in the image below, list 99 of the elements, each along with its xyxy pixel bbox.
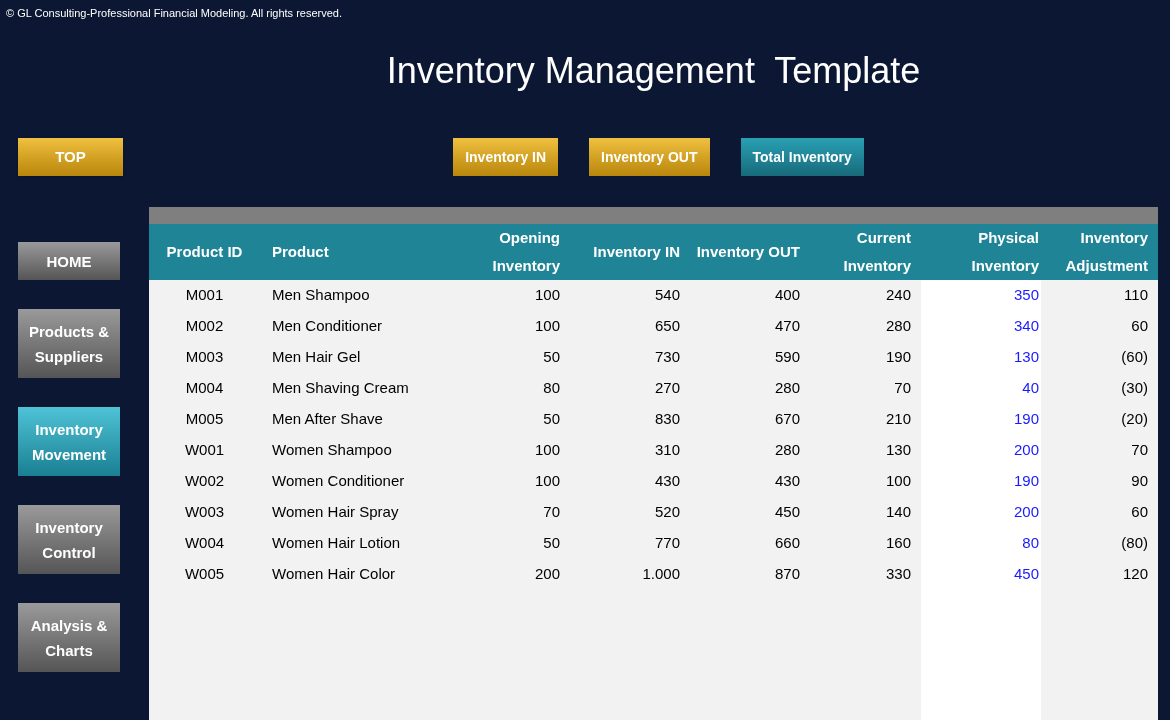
top-button[interactable]: TOP [18, 138, 123, 176]
table-cell: Women Hair Spray [260, 497, 450, 528]
sidebar-item[interactable]: Analysis & Charts [18, 603, 120, 672]
table-cell: M003 [149, 342, 260, 373]
table-cell: 400 [690, 280, 810, 311]
table-cell: 240 [810, 280, 921, 311]
table-cell: 540 [570, 280, 690, 311]
table-cell: 430 [570, 466, 690, 497]
table-cell: Men Conditioner [260, 311, 450, 342]
table-cell: 130 [921, 342, 1041, 373]
table-cell: W001 [149, 435, 260, 466]
table-cell: Men Shaving Cream [260, 373, 450, 404]
table-cell: 70 [1041, 435, 1158, 466]
copyright-text: © GL Consulting-Professional Financial Modeling. All rights reserved. [5, 6, 344, 21]
table-cell: Women Shampoo [260, 435, 450, 466]
column-header: Physical Inventory [921, 224, 1041, 280]
table-cell: 80 [921, 528, 1041, 559]
table-cell: Women Hair Color [260, 559, 450, 590]
table-cell: 60 [1041, 497, 1158, 528]
table-cell: 670 [690, 404, 810, 435]
table-cell: 100 [450, 311, 570, 342]
table-cell: 330 [810, 559, 921, 590]
table-cell: 70 [810, 373, 921, 404]
table-cell: W005 [149, 559, 260, 590]
sidebar-item[interactable]: Inventory Movement [18, 407, 120, 476]
table-cell: Men Shampoo [260, 280, 450, 311]
table-cell: 310 [570, 435, 690, 466]
table-cell: (20) [1041, 404, 1158, 435]
table-cell: 350 [921, 280, 1041, 311]
table-cell: 70 [450, 497, 570, 528]
table-cell: 200 [921, 497, 1041, 528]
table-cell: 200 [921, 435, 1041, 466]
table-cell: M001 [149, 280, 260, 311]
table-cell: 1.000 [570, 559, 690, 590]
table-cell: 160 [810, 528, 921, 559]
table-cell: 110 [1041, 280, 1158, 311]
table-cell: 90 [1041, 466, 1158, 497]
table-cell: 40 [921, 373, 1041, 404]
table-cell: 50 [450, 404, 570, 435]
table-cell: M002 [149, 311, 260, 342]
table-cell: W004 [149, 528, 260, 559]
table-cell: 830 [570, 404, 690, 435]
table-cell: 190 [921, 466, 1041, 497]
table-cell: 100 [810, 466, 921, 497]
table-cell: Women Conditioner [260, 466, 450, 497]
page-title: Inventory Management Template [385, 49, 922, 93]
table-cell: 50 [450, 528, 570, 559]
table-cell: 340 [921, 311, 1041, 342]
table-cell: 730 [570, 342, 690, 373]
column-header: Opening Inventory [450, 224, 570, 280]
table-cell: 770 [570, 528, 690, 559]
table-cell: 130 [810, 435, 921, 466]
column-header: Inventory IN [570, 224, 690, 280]
table-cell: W003 [149, 497, 260, 528]
table-cell: Women Hair Lotion [260, 528, 450, 559]
table-cell: 650 [570, 311, 690, 342]
table-cell: 590 [690, 342, 810, 373]
tab[interactable]: Inventory IN [453, 138, 559, 176]
table-cell: 100 [450, 435, 570, 466]
table-cell: Men Hair Gel [260, 342, 450, 373]
table-cell: 80 [450, 373, 570, 404]
sidebar-item[interactable]: Inventory Control [18, 505, 120, 574]
sidebar-item[interactable]: HOME [18, 242, 120, 280]
table-cell: (80) [1041, 528, 1158, 559]
table-cell: 270 [570, 373, 690, 404]
table-cell: M005 [149, 404, 260, 435]
table-cell: 660 [690, 528, 810, 559]
table-cell: 100 [450, 280, 570, 311]
tab[interactable]: Inventory OUT [589, 138, 710, 176]
table-cell: Men After Shave [260, 404, 450, 435]
table-cell: 450 [690, 497, 810, 528]
table-cell: (60) [1041, 342, 1158, 373]
column-header: Product [260, 224, 450, 280]
table-cell: 280 [690, 373, 810, 404]
table-cell: W002 [149, 466, 260, 497]
table-cell: 430 [690, 466, 810, 497]
table-cell: 280 [690, 435, 810, 466]
table-cell: 60 [1041, 311, 1158, 342]
table-cell: 50 [450, 342, 570, 373]
table-cell: 280 [810, 311, 921, 342]
table-cell: 190 [810, 342, 921, 373]
column-header: Current Inventory [810, 224, 921, 280]
column-header: Inventory OUT [690, 224, 810, 280]
table-cell: 470 [690, 311, 810, 342]
table-cell: 450 [921, 559, 1041, 590]
column-header: Inventory Adjustment [1041, 224, 1158, 280]
table-cell: M004 [149, 373, 260, 404]
table-cell: 200 [450, 559, 570, 590]
table-cell: 100 [450, 466, 570, 497]
table-cell: 520 [570, 497, 690, 528]
sidebar-item[interactable]: Products & Suppliers [18, 309, 120, 378]
column-header: Product ID [149, 224, 260, 280]
tab[interactable]: Total Inventory [740, 138, 864, 176]
table-cell: (30) [1041, 373, 1158, 404]
table-cell: 120 [1041, 559, 1158, 590]
table-cell: 140 [810, 497, 921, 528]
table-cell: 190 [921, 404, 1041, 435]
table-cell: 210 [810, 404, 921, 435]
table-cell: 870 [690, 559, 810, 590]
